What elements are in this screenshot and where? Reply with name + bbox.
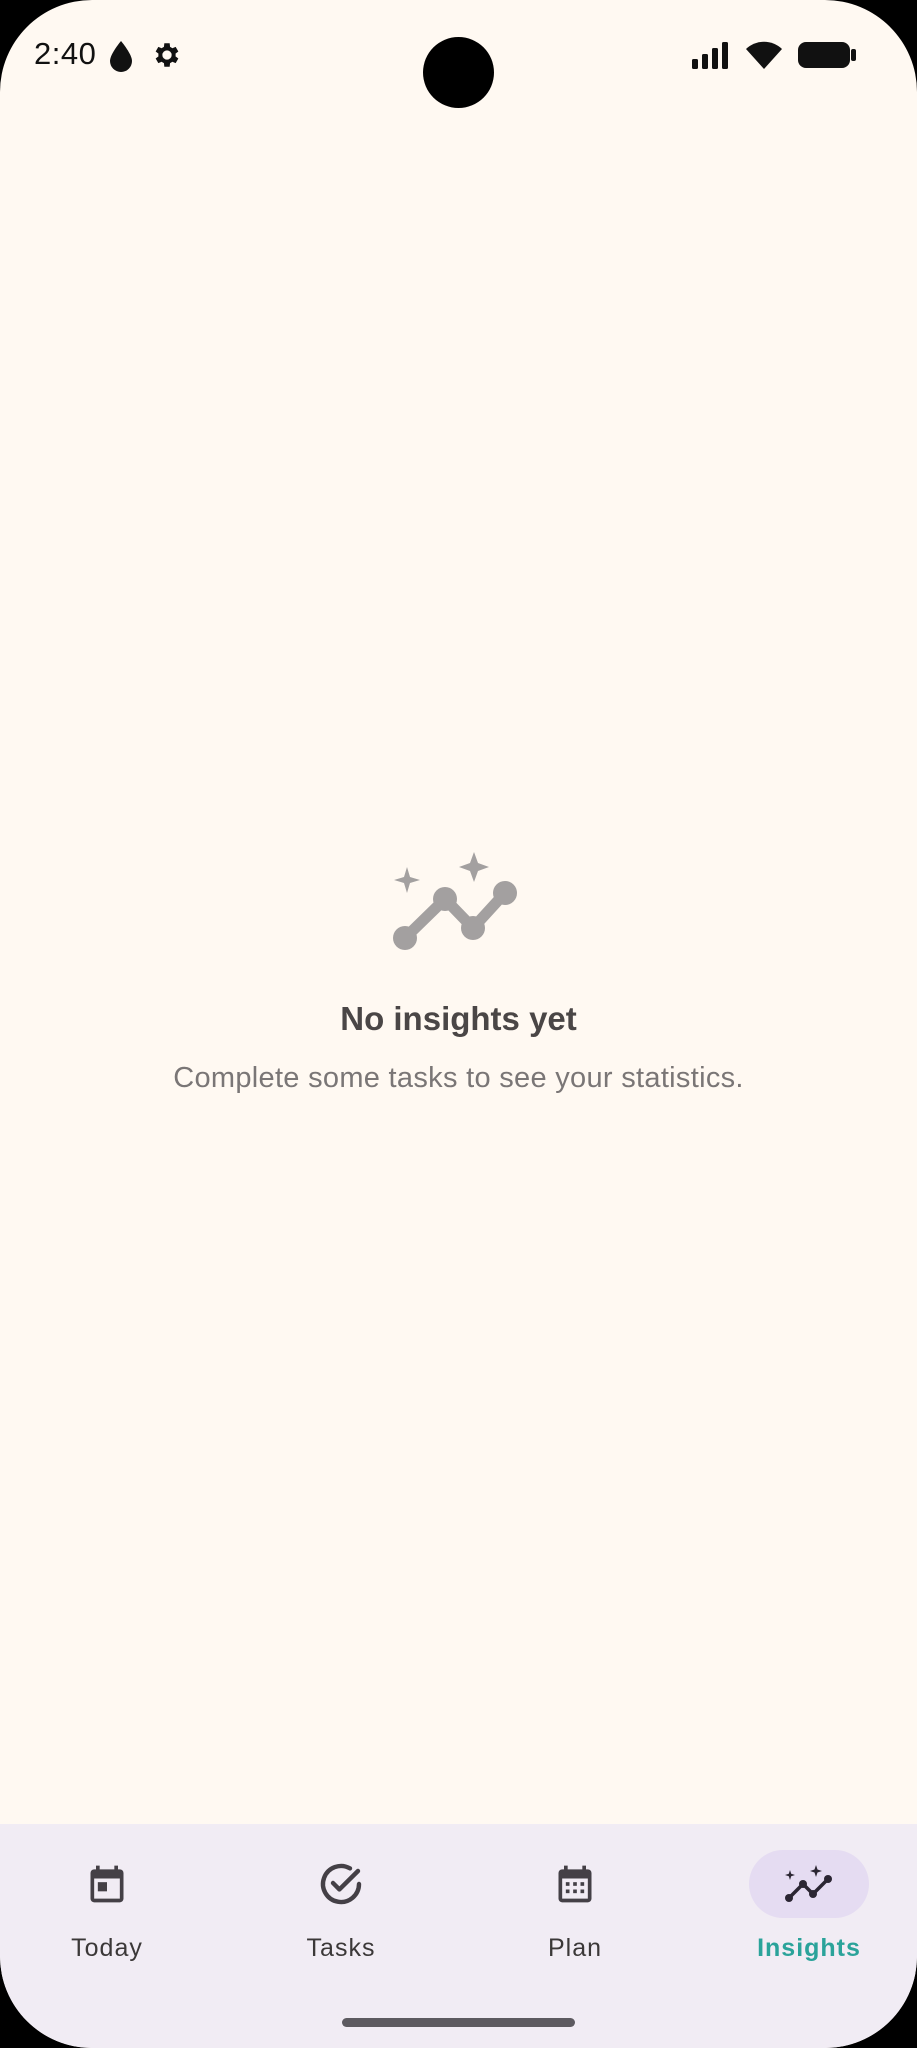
check-circle-icon — [320, 1863, 362, 1905]
calendar-today-icon — [90, 1865, 124, 1903]
bottom-navigation: Today Tasks Plan Insights — [0, 1824, 917, 2048]
nav-item-today[interactable]: Today — [7, 1850, 207, 2000]
status-bar: 2:40 — [0, 0, 917, 110]
nav-label-insights: Insights — [757, 1934, 861, 1962]
signal-icon — [692, 42, 728, 69]
phone-screen: 2:40 No insights yet Complete some tasks… — [0, 0, 917, 2048]
water-drop-icon — [110, 41, 132, 72]
nav-label-tasks: Tasks — [306, 1934, 376, 1962]
empty-state-title: No insights yet — [340, 1000, 577, 1037]
nav-pill-today — [47, 1850, 167, 1918]
nav-item-insights[interactable]: Insights — [709, 1850, 909, 2000]
wifi-icon — [746, 41, 782, 69]
empty-state: No insights yet Complete some tasks to s… — [0, 850, 917, 1095]
status-time: 2:40 — [34, 36, 97, 71]
battery-icon — [798, 42, 856, 68]
nav-label-today: Today — [71, 1934, 143, 1962]
empty-state-subtitle: Complete some tasks to see your statisti… — [173, 1062, 744, 1094]
nav-item-tasks[interactable]: Tasks — [241, 1850, 441, 2000]
front-camera — [423, 37, 494, 108]
status-icons-right — [691, 40, 857, 70]
gear-icon — [155, 43, 179, 67]
home-indicator[interactable] — [342, 2018, 575, 2027]
calendar-grid-icon — [558, 1865, 592, 1903]
nav-label-plan: Plan — [547, 1934, 603, 1962]
insights-sparkle-chart-icon — [392, 852, 517, 950]
nav-pill-tasks — [281, 1850, 401, 1918]
nav-pill-plan — [515, 1850, 635, 1918]
nav-pill-insights-active — [749, 1850, 869, 1918]
insights-icon — [785, 1865, 832, 1902]
nav-item-plan[interactable]: Plan — [475, 1850, 675, 2000]
